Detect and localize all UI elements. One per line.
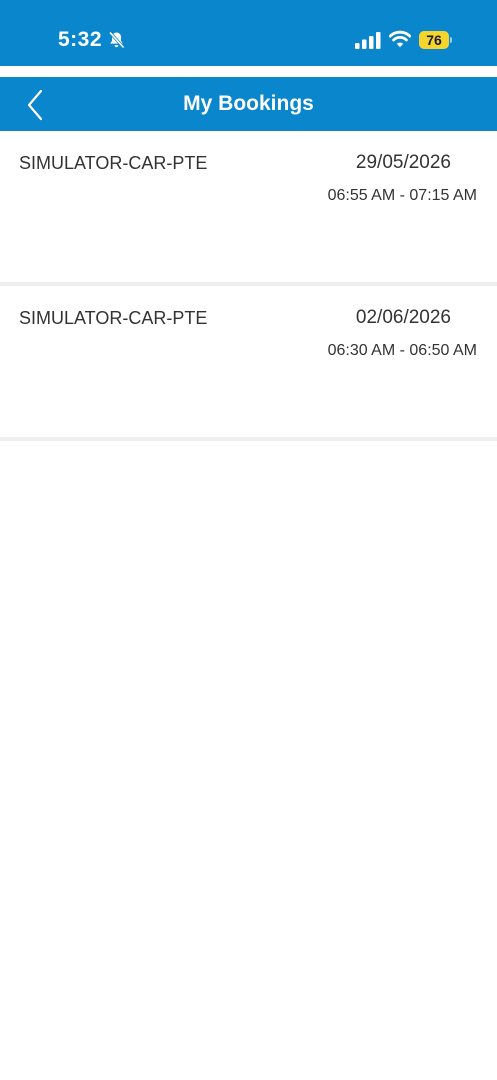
booking-item[interactable]: SIMULATOR-CAR-PTE 29/05/2026 06:55 AM - … (0, 131, 497, 286)
booking-name: SIMULATOR-CAR-PTE (19, 153, 208, 173)
header-gap (0, 66, 497, 77)
booking-item[interactable]: SIMULATOR-CAR-PTE 02/06/2026 06:30 AM - … (0, 286, 497, 441)
status-time: 5:32 (58, 28, 103, 51)
booking-name: SIMULATOR-CAR-PTE (19, 308, 208, 328)
back-button[interactable] (20, 85, 56, 125)
wifi-icon (389, 30, 411, 48)
booking-time: 06:30 AM - 06:50 AM (327, 342, 477, 359)
status-bar: 5:32 76 (0, 0, 497, 66)
page-title: My Bookings (183, 92, 314, 115)
signal-icon (355, 32, 381, 49)
booking-date: 29/05/2026 (355, 152, 451, 173)
bell-slash-icon (108, 31, 125, 49)
booking-time: 06:55 AM - 07:15 AM (327, 187, 477, 204)
battery-icon: 76 (419, 31, 453, 49)
nav-bar: My Bookings (0, 77, 497, 131)
chevron-left-icon (27, 89, 43, 121)
battery-level: 76 (419, 31, 449, 49)
booking-list: SIMULATOR-CAR-PTE 29/05/2026 06:55 AM - … (0, 131, 497, 441)
battery-tip (450, 37, 452, 43)
booking-date: 02/06/2026 (355, 307, 451, 328)
